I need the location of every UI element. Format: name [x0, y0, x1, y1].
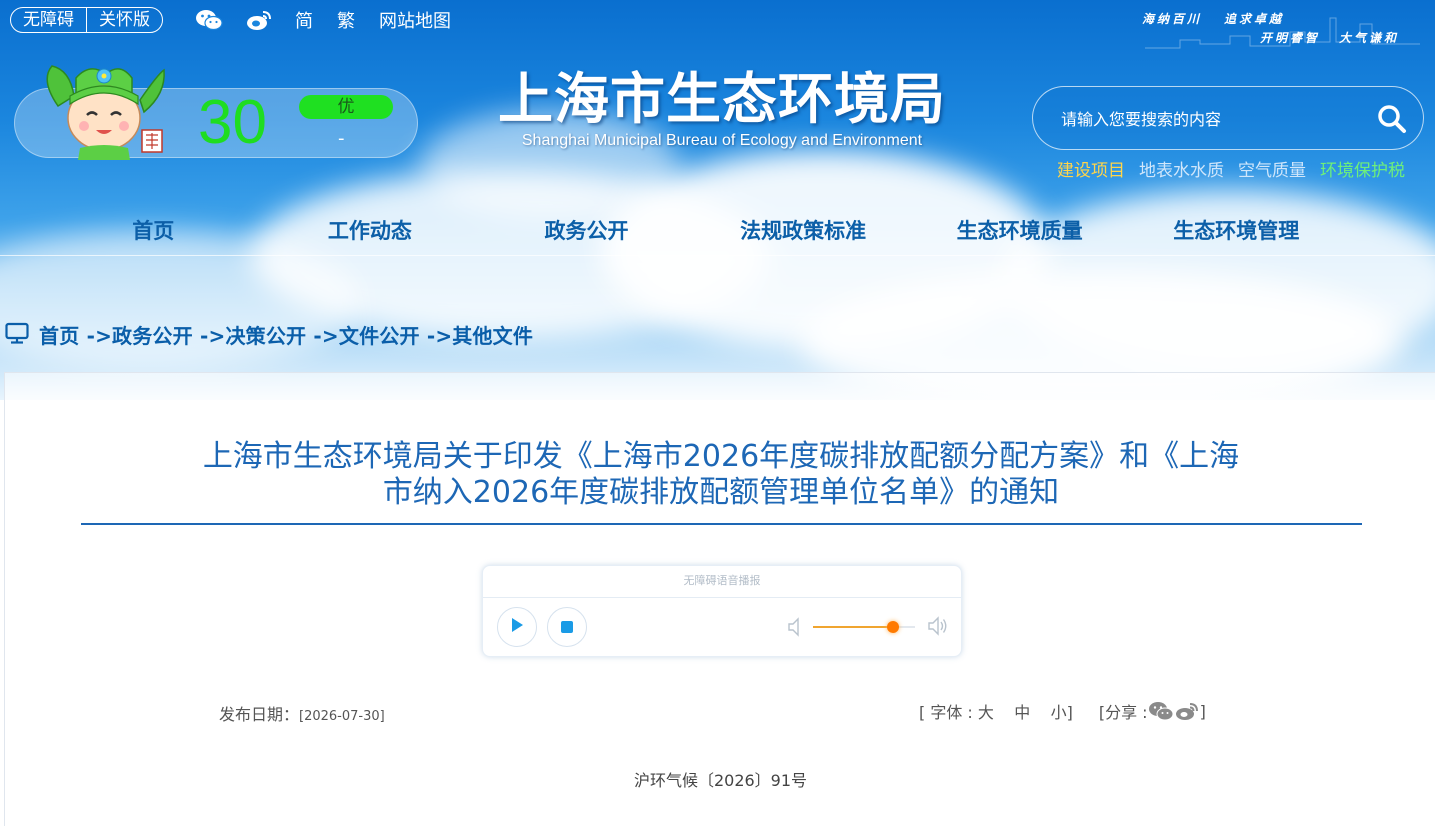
- font-size-controls[interactable]: [ 字体 : 大 中 小]: [919, 699, 1073, 723]
- traditional-chinese-link[interactable]: 繁: [337, 7, 355, 33]
- slogan-text: 大气谦和: [1339, 31, 1400, 45]
- nav-item-environment-quality[interactable]: 生态环境质量: [911, 212, 1128, 252]
- share-label: [分享 :: [1098, 703, 1148, 722]
- volume-low-icon: [787, 617, 803, 641]
- player-label: 无障碍语音播报: [483, 566, 961, 598]
- nav-divider: [0, 255, 1435, 256]
- breadcrumb-path[interactable]: 首页 ->政务公开 ->决策公开 ->文件公开 ->其他文件: [39, 320, 533, 349]
- wechat-icon[interactable]: [195, 8, 223, 32]
- stop-button[interactable]: [547, 607, 587, 647]
- main-nav: 首页 工作动态 政务公开 法规政策标准 生态环境质量 生态环境管理: [45, 212, 1390, 252]
- aqi-level-badge: 优: [299, 95, 393, 119]
- slogan: 海纳百川 追求卓越 开明睿智 大气谦和: [1142, 10, 1407, 50]
- audio-player: 无障碍语音播报: [482, 565, 962, 657]
- nav-item-home[interactable]: 首页: [45, 212, 262, 252]
- quick-links: 建设项目 地表水水质 空气质量 环境保护税: [1057, 156, 1419, 181]
- nav-item-work-news[interactable]: 工作动态: [262, 212, 479, 252]
- monitor-icon: [5, 322, 29, 348]
- quick-link-environmental-tax[interactable]: 环境保护税: [1320, 156, 1405, 181]
- play-icon: [510, 617, 524, 637]
- article-title-line: 市纳入2026年度碳排放配额管理单位名单》的通知: [382, 475, 1060, 510]
- quick-link-construction-projects[interactable]: 建设项目: [1057, 156, 1125, 181]
- article-title-line: 上海市生态环境局关于印发《上海市2026年度碳排放配额分配方案》和《上海: [202, 439, 1240, 474]
- top-bar: 无障碍 关怀版 简 繁 网站地图: [10, 7, 475, 33]
- weibo-share-icon[interactable]: [1174, 700, 1200, 722]
- article-card: 上海市生态环境局关于印发《上海市2026年度碳排放配额分配方案》和《上海 市纳入…: [4, 372, 1435, 826]
- volume-fill: [813, 626, 893, 628]
- article-title: 上海市生态环境局关于印发《上海市2026年度碳排放配额分配方案》和《上海 市纳入…: [81, 439, 1361, 511]
- mascot-image: [40, 60, 170, 160]
- nav-item-environment-management[interactable]: 生态环境管理: [1128, 212, 1345, 252]
- nav-item-government-affairs[interactable]: 政务公开: [478, 212, 695, 252]
- share-label-end: ]: [1199, 701, 1206, 721]
- slogan-text: 海纳百川: [1142, 12, 1203, 26]
- play-button[interactable]: [497, 607, 537, 647]
- weibo-icon[interactable]: [245, 8, 273, 32]
- search-icon[interactable]: [1376, 104, 1408, 134]
- slogan-text: 追求卓越: [1224, 12, 1285, 26]
- publish-date-value: [2026-07-30]: [299, 709, 385, 724]
- accessibility-button[interactable]: 无障碍: [11, 8, 86, 32]
- care-mode-button[interactable]: 关怀版: [86, 8, 162, 32]
- search-input[interactable]: [1061, 105, 1361, 133]
- document-number: 沪环气候〔2026〕91号: [633, 771, 808, 790]
- aqi-secondary-value: -: [338, 128, 345, 149]
- site-logo[interactable]: 上海市生态环境局 Shanghai Municipal Bureau of Ec…: [492, 68, 952, 150]
- volume-high-icon: [927, 616, 949, 640]
- site-title-en: Shanghai Municipal Bureau of Ecology and…: [521, 132, 923, 149]
- aqi-value: 30: [198, 88, 267, 157]
- nav-item-regulations[interactable]: 法规政策标准: [695, 212, 912, 252]
- slogan-text: 开明睿智: [1260, 31, 1321, 45]
- title-divider: [81, 523, 1362, 525]
- quick-link-air-quality[interactable]: 空气质量: [1238, 156, 1306, 181]
- article-tools: [ 字体 : 大 中 小] [分享 : ]: [919, 699, 1206, 723]
- breadcrumb: 首页 ->政务公开 ->决策公开 ->文件公开 ->其他文件: [5, 320, 533, 349]
- sitemap-link[interactable]: 网站地图: [379, 7, 451, 33]
- volume-handle[interactable]: [886, 621, 899, 633]
- search-box: [1032, 86, 1424, 150]
- publish-date-label: 发布日期：: [219, 705, 300, 724]
- wechat-share-icon[interactable]: [1148, 700, 1174, 722]
- volume-slider[interactable]: [813, 621, 915, 633]
- quick-link-surface-water[interactable]: 地表水水质: [1139, 156, 1224, 181]
- stop-icon: [561, 618, 573, 637]
- mode-switch: 无障碍 关怀版: [10, 7, 163, 33]
- publish-date: 发布日期：[2026-07-30]: [219, 701, 385, 725]
- site-title-cn: 上海市生态环境局: [497, 67, 946, 131]
- simplified-chinese-link[interactable]: 简: [295, 7, 313, 33]
